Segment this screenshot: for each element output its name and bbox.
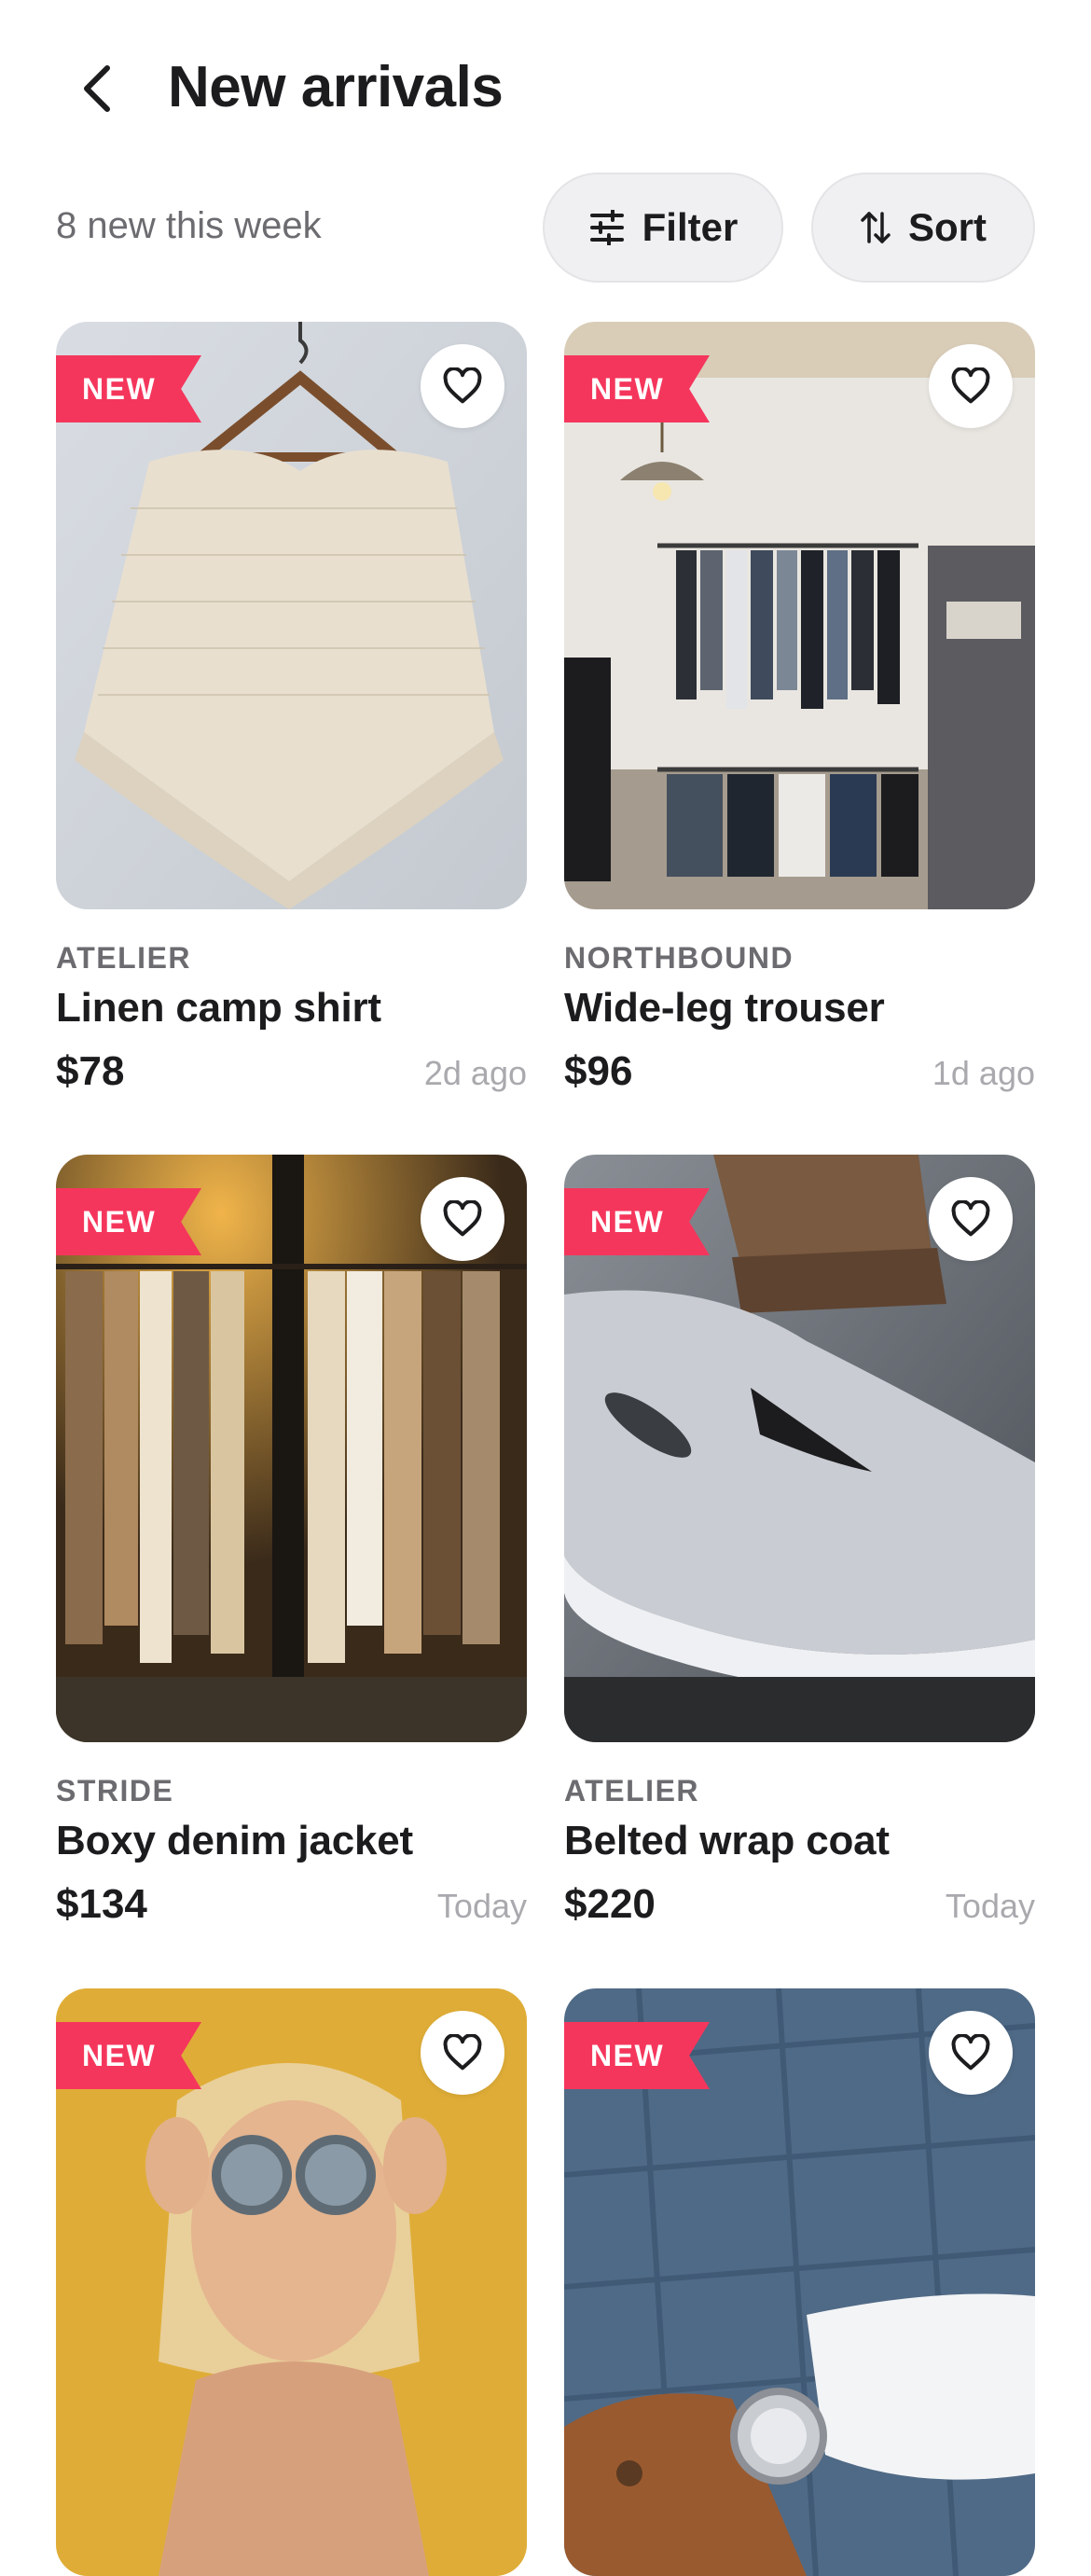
product-image[interactable]: NEW <box>564 1988 1035 2576</box>
new-badge: NEW <box>564 355 710 422</box>
sort-arrows-icon <box>861 212 891 243</box>
back-button[interactable] <box>65 56 131 121</box>
product-price: $134 <box>56 1881 147 1927</box>
product-price: $96 <box>564 1048 633 1094</box>
product-name[interactable]: Boxy denim jacket <box>56 1818 527 1864</box>
product-age: 2d ago <box>423 1054 527 1092</box>
header: New arrivals <box>0 37 1091 131</box>
product-image[interactable]: NEW <box>56 1155 527 1742</box>
product-brand: NORTHBOUND <box>564 941 794 975</box>
new-badge: NEW <box>56 1188 201 1255</box>
product-card[interactable]: NEW ATELIER Linen camp shirt $78 2d ago <box>56 322 527 1095</box>
new-count-text: 8 new this week <box>56 205 322 246</box>
favorite-button[interactable] <box>421 1177 504 1261</box>
favorite-button[interactable] <box>929 344 1013 428</box>
product-name[interactable]: Wide-leg trouser <box>564 985 1035 1032</box>
product-age: Today <box>436 1887 527 1925</box>
heart-icon <box>951 2034 990 2070</box>
sliders-icon <box>589 210 624 245</box>
product-image[interactable]: NEW <box>56 322 527 909</box>
heart-icon <box>443 2034 482 2070</box>
product-name[interactable]: Linen camp shirt <box>56 985 527 1032</box>
product-image[interactable]: NEW <box>564 1155 1035 1742</box>
new-badge: NEW <box>564 2022 710 2089</box>
product-card[interactable]: NEW <box>564 1988 1035 2576</box>
product-image[interactable]: NEW <box>56 1988 527 2576</box>
product-brand: ATELIER <box>564 1774 700 1807</box>
heart-icon <box>443 367 482 404</box>
product-price: $220 <box>564 1881 656 1927</box>
product-name[interactable]: Belted wrap coat <box>564 1818 1035 1864</box>
new-badge: NEW <box>56 355 201 422</box>
product-brand: STRIDE <box>56 1774 174 1807</box>
product-image[interactable]: NEW <box>564 322 1035 909</box>
product-price: $78 <box>56 1048 125 1094</box>
new-badge: NEW <box>56 2022 201 2089</box>
heart-icon <box>443 1200 482 1237</box>
product-age: Today <box>945 1887 1035 1925</box>
filter-button[interactable]: Filter <box>543 173 783 283</box>
chevron-left-icon <box>84 65 110 112</box>
new-badge: NEW <box>564 1188 710 1255</box>
product-card[interactable]: NEW STRIDE Boxy denim jacket $134 Today <box>56 1155 527 1928</box>
favorite-button[interactable] <box>929 1177 1013 1261</box>
product-card[interactable]: NEW NORTHBOUND Wide-leg trouser $96 1d a… <box>564 322 1035 1095</box>
sort-button[interactable]: Sort <box>811 173 1035 283</box>
heart-icon <box>951 367 990 404</box>
page-title: New arrivals <box>168 55 504 119</box>
product-card[interactable]: NEW <box>56 1988 527 2576</box>
product-brand: ATELIER <box>56 941 192 975</box>
toolbar: 8 new this week Filter Sort <box>56 173 1035 284</box>
favorite-button[interactable] <box>421 344 504 428</box>
favorite-button[interactable] <box>421 2011 504 2095</box>
sort-label: Sort <box>908 205 987 249</box>
product-card[interactable]: NEW ATELIER Belted wrap coat $220 Today <box>564 1155 1035 1928</box>
favorite-button[interactable] <box>929 2011 1013 2095</box>
product-age: 1d ago <box>932 1054 1035 1092</box>
filter-label: Filter <box>642 205 739 249</box>
heart-icon <box>951 1200 990 1237</box>
